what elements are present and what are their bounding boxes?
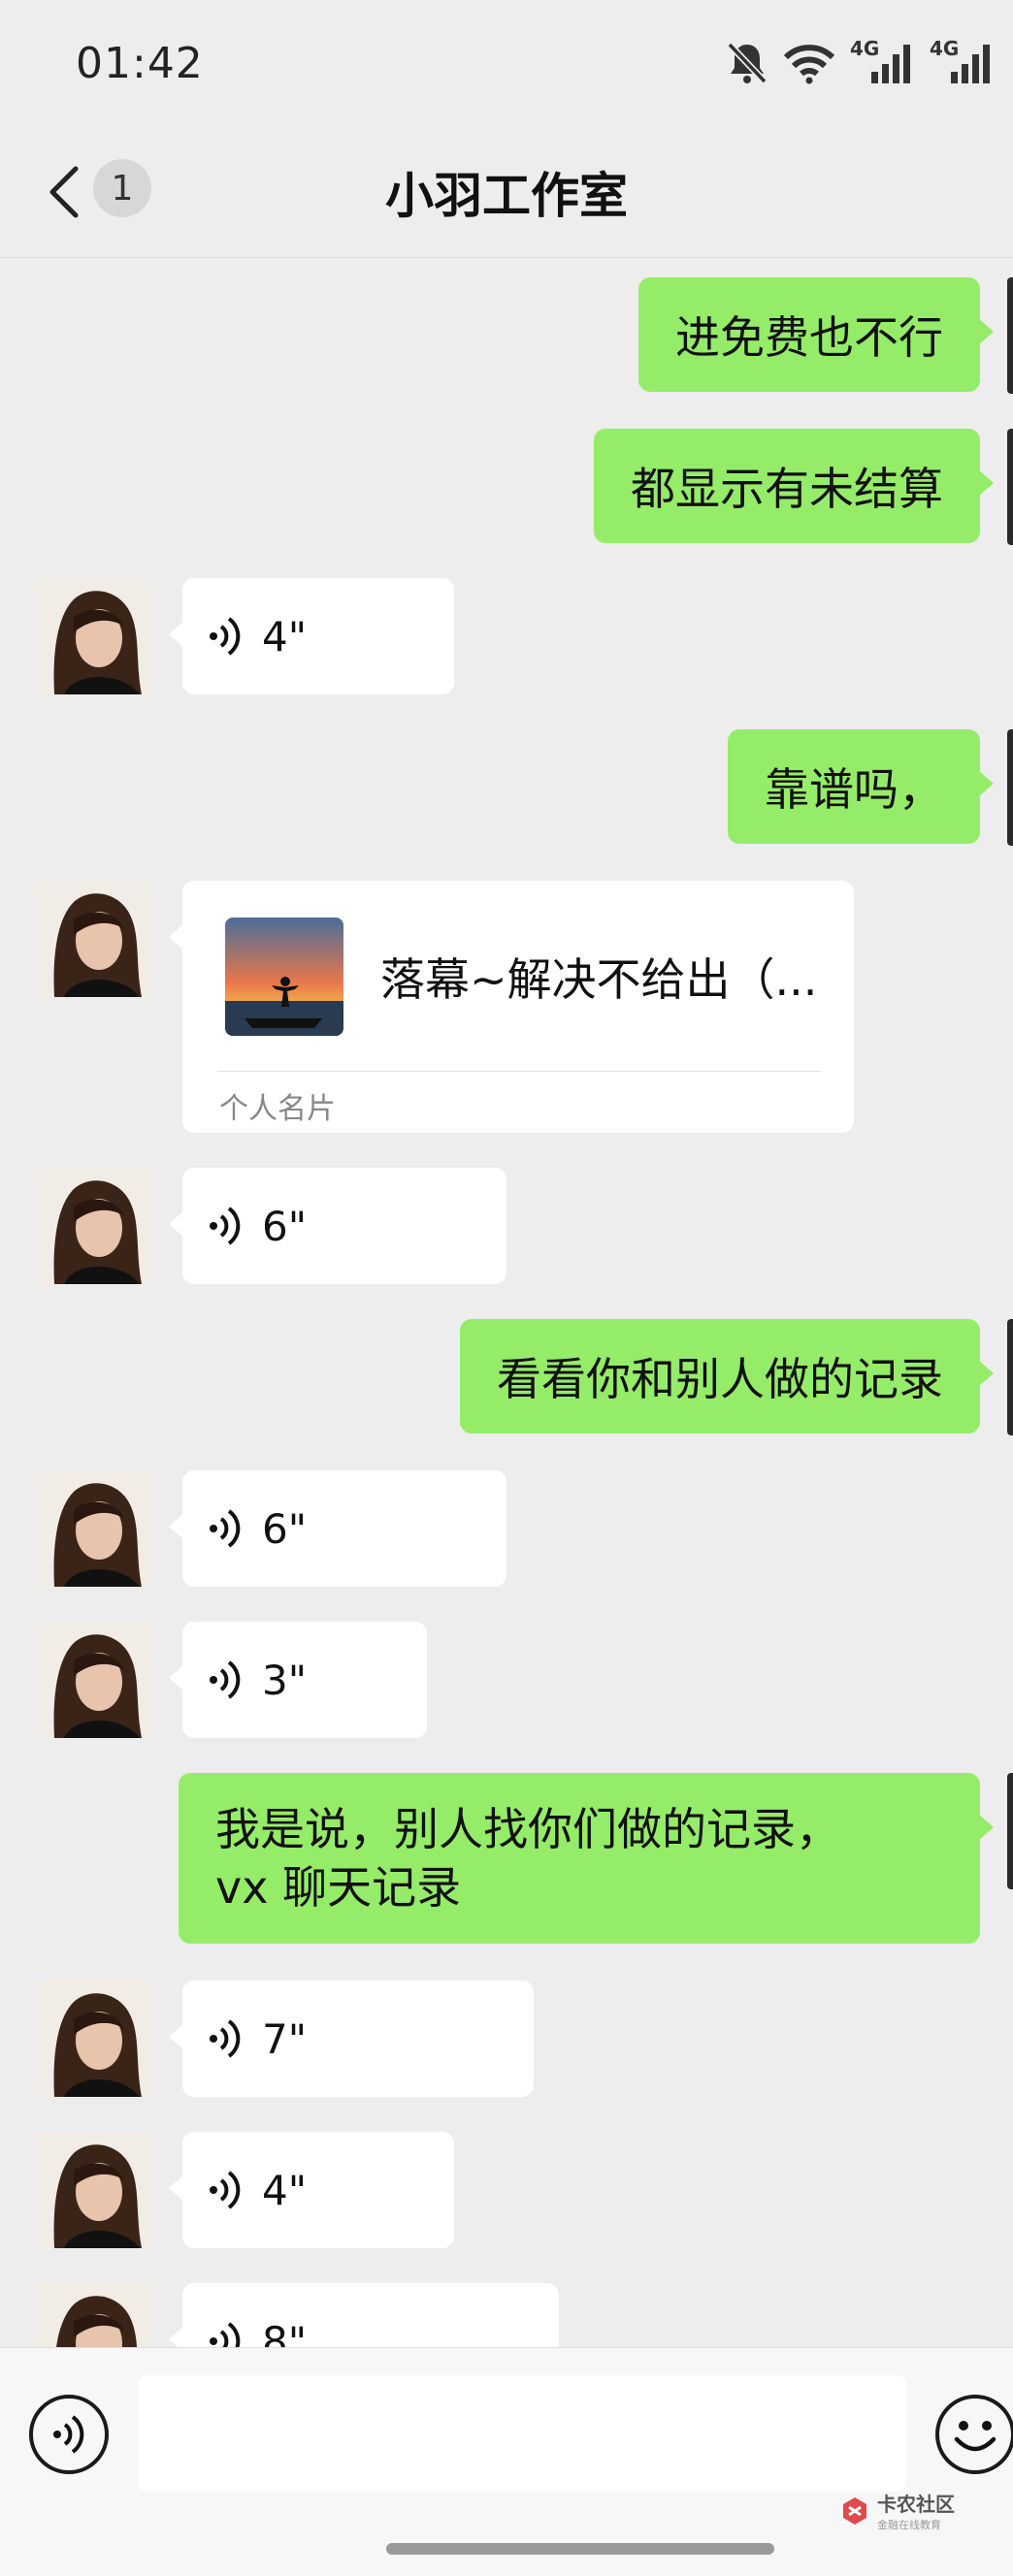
voice-input-icon[interactable] bbox=[29, 2395, 109, 2474]
watermark: 卡农社区 金融在线教育 bbox=[838, 2489, 955, 2532]
mute-icon bbox=[727, 42, 768, 84]
voice-message[interactable]: 3" bbox=[169, 1622, 427, 1738]
contact-avatar[interactable] bbox=[35, 1470, 151, 1587]
voice-duration: 6" bbox=[262, 1202, 308, 1250]
message-bubble-outgoing[interactable]: 看看你和别人做的记录 bbox=[460, 1319, 994, 1433]
contact-avatar[interactable] bbox=[35, 881, 151, 997]
contact-avatar[interactable] bbox=[35, 1622, 151, 1738]
voice-play-icon bbox=[210, 617, 241, 656]
card-contact-name: 落幕~解决不给出（... bbox=[380, 953, 818, 1006]
self-avatar[interactable] bbox=[1007, 1319, 1013, 1435]
signal-icon: 4G bbox=[930, 37, 996, 85]
contact-avatar[interactable] bbox=[35, 578, 151, 694]
self-avatar[interactable] bbox=[1007, 729, 1013, 846]
self-avatar[interactable] bbox=[1007, 1773, 1013, 1889]
message-text: 看看你和别人做的记录 bbox=[497, 1353, 943, 1405]
message-text-line: 我是说，别人找你们做的记录， bbox=[215, 1803, 840, 1855]
status-time: 01:42 bbox=[76, 39, 204, 88]
signal-icon: 4G bbox=[850, 37, 916, 85]
voice-play-icon bbox=[210, 1509, 241, 1548]
voice-duration: 6" bbox=[262, 1504, 308, 1553]
self-avatar[interactable] bbox=[1007, 277, 1013, 394]
contact-avatar[interactable] bbox=[35, 2132, 151, 2248]
watermark-subtitle: 金融在线教育 bbox=[877, 2519, 941, 2531]
community-logo-icon bbox=[843, 2496, 866, 2525]
message-bubble-outgoing[interactable]: 进免费也不行 bbox=[638, 277, 994, 392]
message-bubble-outgoing[interactable]: 我是说，别人找你们做的记录， vx 聊天记录 bbox=[179, 1773, 994, 1944]
voice-play-icon bbox=[210, 1207, 241, 1245]
voice-message[interactable]: 4" bbox=[169, 578, 454, 694]
home-indicator[interactable] bbox=[386, 2543, 774, 2555]
card-type-label: 个人名片 bbox=[219, 1092, 336, 1126]
voice-message[interactable]: 7" bbox=[169, 1980, 534, 2097]
voice-duration: 3" bbox=[262, 1656, 308, 1704]
voice-message[interactable]: 6" bbox=[169, 1470, 506, 1587]
voice-duration: 7" bbox=[262, 2014, 308, 2063]
message-input[interactable] bbox=[138, 2375, 906, 2492]
voice-play-icon bbox=[210, 2019, 241, 2058]
chat-header: 1 小羽工作室 bbox=[0, 126, 1013, 258]
input-bar bbox=[0, 2347, 1013, 2576]
message-bubble-outgoing[interactable]: 都显示有未结算 bbox=[594, 429, 994, 543]
contact-card-message[interactable]: 落幕~解决不给出（... 个人名片 bbox=[169, 881, 854, 1133]
message-text: 靠谱吗， bbox=[765, 763, 943, 816]
voice-duration: 4" bbox=[262, 612, 308, 660]
voice-duration: 4" bbox=[262, 2166, 308, 2214]
contact-avatar[interactable] bbox=[35, 1980, 151, 2097]
card-thumbnail bbox=[225, 918, 343, 1036]
message-text: 都显示有未结算 bbox=[631, 463, 943, 515]
message-text-line: vx 聊天记录 bbox=[215, 1861, 462, 1914]
message-text: 进免费也不行 bbox=[675, 311, 943, 364]
card-divider bbox=[217, 1071, 821, 1072]
voice-play-icon bbox=[210, 1660, 241, 1699]
page-title: 小羽工作室 bbox=[385, 168, 628, 224]
voice-play-icon bbox=[210, 2171, 241, 2209]
contact-avatar[interactable] bbox=[35, 1168, 151, 1284]
wifi-icon bbox=[783, 45, 835, 84]
emoji-icon[interactable] bbox=[935, 2395, 1013, 2474]
watermark-title: 卡农社区 bbox=[877, 2493, 955, 2516]
message-bubble-outgoing[interactable]: 靠谱吗， bbox=[728, 729, 994, 844]
status-bar: 01:42 4G 4G bbox=[0, 0, 1013, 126]
self-avatar[interactable] bbox=[1007, 429, 1013, 545]
voice-message[interactable]: 6" bbox=[169, 1168, 506, 1284]
status-icons: 4G 4G bbox=[726, 37, 996, 85]
voice-message[interactable]: 4" bbox=[169, 2132, 454, 2248]
